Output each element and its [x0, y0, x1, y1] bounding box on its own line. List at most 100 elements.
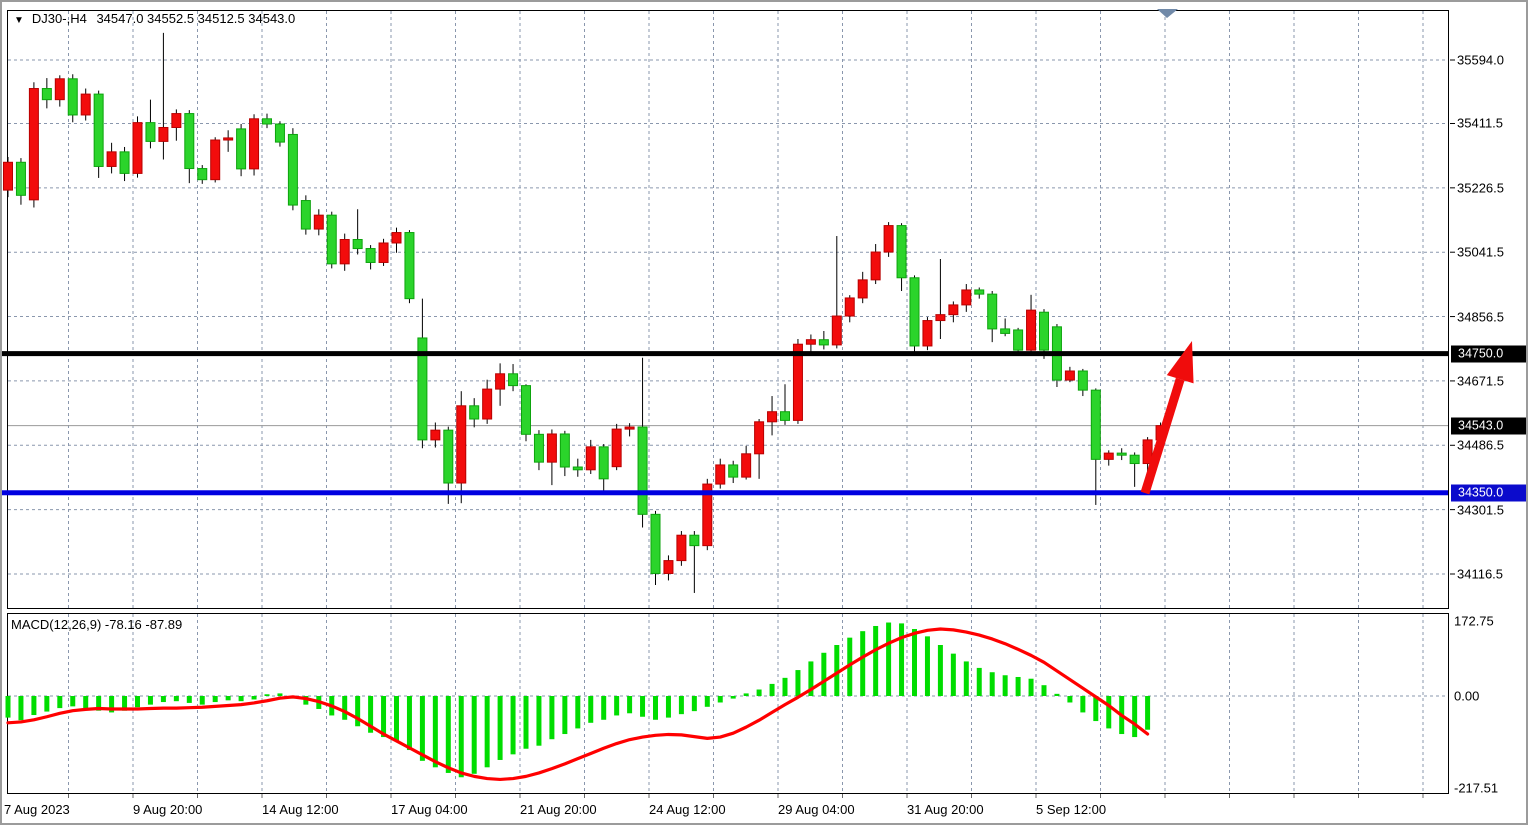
price-axis-label: 35226.5 [1457, 180, 1504, 195]
candle-bullish [340, 240, 349, 264]
macd-histogram-bar [70, 696, 75, 706]
macd-histogram-bar [860, 631, 865, 696]
candle-bearish [690, 535, 699, 545]
candle-bearish [599, 447, 608, 479]
macd-histogram-bar [524, 696, 529, 749]
chart-shift-marker-icon[interactable] [1157, 9, 1178, 18]
candle-bearish [509, 374, 518, 386]
candle-bullish [547, 434, 556, 462]
macd-histogram-bar [161, 696, 166, 702]
macd-histogram-bar [666, 696, 671, 718]
candle-bullish [884, 226, 893, 252]
macd-histogram-bar [342, 696, 347, 720]
candle-bullish [496, 374, 505, 389]
candle-bullish [133, 123, 142, 174]
macd-histogram-bar [1080, 696, 1085, 712]
candle-bearish [275, 124, 284, 142]
macd-histogram-bar [718, 696, 723, 702]
candle-bullish [832, 316, 841, 345]
price-axis-label: 35411.5 [1457, 116, 1503, 131]
time-axis-label: 24 Aug 12:00 [649, 802, 726, 817]
macd-histogram-bar [226, 696, 231, 700]
price-axis-label: 34116.5 [1457, 566, 1503, 581]
price-tag: 34750.0 [1451, 345, 1527, 362]
macd-histogram-bar [731, 696, 736, 699]
macd-histogram-bar [1029, 679, 1034, 696]
candle-bullish [159, 127, 168, 141]
candle-bullish [923, 321, 932, 346]
candle-bullish [224, 138, 233, 140]
candle-bullish [314, 215, 323, 229]
price-axis-label: 35594.0 [1457, 53, 1504, 68]
candle-bearish [16, 162, 25, 195]
candle-bullish [392, 233, 401, 243]
candle-bearish [819, 340, 828, 345]
candle-bullish [431, 430, 440, 440]
price-axis-label: 34301.5 [1457, 502, 1504, 517]
support-line-34350[interactable] [2, 490, 1448, 495]
macd-histogram-bar [148, 696, 153, 705]
macd-histogram-bar [1132, 696, 1137, 737]
mt4-chart-window: ▼DJ30-,H4 34547.0 34552.5 34512.5 34543.… [0, 0, 1528, 825]
macd-histogram-bar [277, 693, 282, 696]
quote-ohlc-values: 34547.0 34552.5 34512.5 34543.0 [96, 11, 295, 26]
candle-bullish [457, 406, 466, 483]
candle-bearish [534, 434, 543, 462]
macd-indicator-label: MACD(12,26,9) -78.16 -87.89 [11, 617, 182, 632]
time-axis[interactable] [2, 795, 1450, 823]
price-tag: 34543.0 [1451, 417, 1527, 434]
candle-bullish [716, 465, 725, 484]
candle-bearish [185, 114, 194, 169]
time-axis-label: 31 Aug 20:00 [907, 802, 984, 817]
candle-bearish [522, 386, 531, 435]
macd-histogram-bar [57, 696, 62, 708]
macd-histogram-bar [174, 696, 179, 701]
macd-histogram-bar [1067, 696, 1072, 702]
candle-bearish [1040, 312, 1049, 350]
macd-histogram-bar [873, 626, 878, 696]
macd-histogram-bar [1145, 696, 1150, 730]
candle-bullish [962, 290, 971, 305]
macd-histogram-bar [433, 696, 438, 767]
trend-arrow-head[interactable] [1167, 341, 1194, 383]
macd-histogram-bar [886, 623, 891, 696]
macd-histogram-bar [614, 696, 619, 715]
candle-bearish [42, 89, 51, 100]
candle-bearish [327, 215, 336, 264]
candle-bearish [638, 427, 647, 514]
candle-bearish [470, 406, 479, 419]
time-axis-label: 17 Aug 04:00 [391, 802, 468, 817]
candle-bearish [288, 134, 297, 205]
resistance-line-34750[interactable] [2, 351, 1448, 356]
macd-histogram-bar [575, 696, 580, 728]
macd-histogram-bar [6, 696, 11, 718]
macd-histogram-bar [459, 696, 464, 777]
macd-histogram-bar [912, 629, 917, 696]
time-axis-label: 7 Aug 2023 [4, 802, 70, 817]
macd-histogram-bar [536, 696, 541, 746]
candle-bullish [81, 94, 90, 115]
macd-histogram-bar [964, 661, 969, 696]
one-click-trading-collapse-icon[interactable]: ▼ [14, 15, 24, 26]
macd-histogram-bar [679, 696, 684, 714]
candle-bearish [120, 152, 129, 174]
chart-canvas[interactable] [2, 2, 1528, 825]
candle-bullish [211, 140, 220, 180]
macd-histogram-bar [705, 696, 710, 707]
macd-histogram-bar [472, 696, 477, 774]
candle-bullish [949, 305, 958, 315]
macd-histogram-bar [407, 696, 412, 750]
candle-bullish [664, 561, 673, 574]
candle-bearish [1117, 453, 1126, 455]
candle-bearish [301, 201, 310, 230]
candle-bearish [781, 412, 790, 421]
chart-title: ▼DJ30-,H4 34547.0 34552.5 34512.5 34543.… [14, 11, 295, 26]
macd-histogram-bar [265, 694, 270, 696]
candle-bearish [68, 79, 77, 115]
trend-arrow-shaft[interactable] [1145, 379, 1180, 493]
macd-histogram-bar [83, 696, 88, 708]
candle-bearish [444, 430, 453, 483]
candle-bullish [1104, 453, 1113, 459]
candle-bearish [353, 240, 362, 249]
candle-bearish [729, 465, 738, 477]
